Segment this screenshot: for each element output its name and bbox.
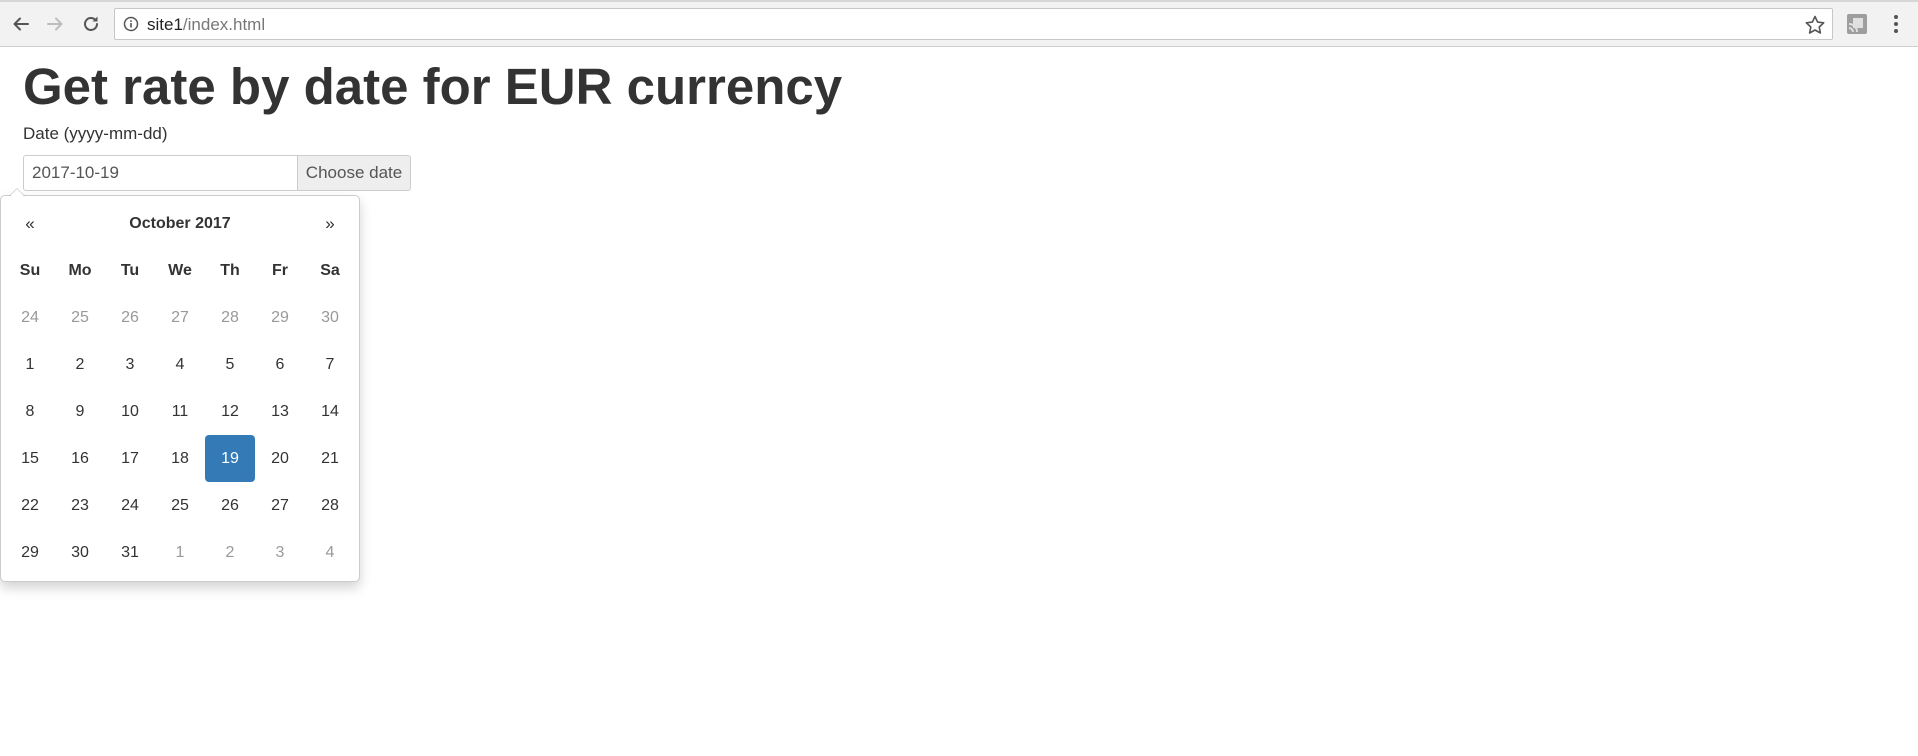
week-row: 1234567	[5, 341, 355, 388]
day-cell[interactable]: 27	[255, 482, 305, 529]
datepicker-grid: « October 2017 » Su Mo Tu We Th Fr Sa 24 25 26 27…	[5, 200, 355, 576]
reload-icon	[84, 16, 98, 31]
week-row: 29 30 31 1 2 3 4	[5, 529, 355, 576]
back-button[interactable]	[6, 9, 36, 39]
day-cell[interactable]: 21	[305, 435, 355, 482]
page-title: Get rate by date for EUR currency	[23, 58, 843, 115]
day-cell[interactable]: 24	[5, 294, 55, 341]
day-cell[interactable]: 22	[5, 482, 55, 529]
day-cell[interactable]: 8	[5, 388, 55, 435]
weekday-header-row: Su Mo Tu We Th Fr Sa	[5, 247, 355, 294]
week-row: 15 16 17 18 19 20 21	[5, 435, 355, 482]
day-cell[interactable]: 30	[55, 529, 105, 576]
arrow-right-icon	[47, 17, 63, 31]
day-cell[interactable]: 26	[105, 294, 155, 341]
selected-day-cell[interactable]: 19	[205, 435, 255, 482]
day-cell[interactable]: 24	[105, 482, 155, 529]
date-label: Date (yyyy-mm-dd)	[23, 124, 168, 143]
weekday-header: Th	[220, 261, 240, 279]
day-cell[interactable]: 27	[155, 294, 205, 341]
week-row: 24 25 26 27 28 29 30	[5, 294, 355, 341]
forward-button[interactable]	[40, 9, 70, 39]
weekday-header: Sa	[320, 261, 340, 279]
weekday-header: We	[168, 261, 192, 279]
day-cell[interactable]: 9	[55, 388, 105, 435]
day-cell[interactable]: 28	[305, 482, 355, 529]
url-text[interactable]: site1/index.html	[147, 15, 265, 35]
day-cell[interactable]: 30	[305, 294, 355, 341]
weekday-header: Su	[19, 261, 41, 279]
day-cell[interactable]: 31	[105, 529, 155, 576]
day-cell[interactable]: 18	[155, 435, 205, 482]
day-cell[interactable]: 13	[255, 388, 305, 435]
prev-month-button[interactable]: «	[5, 200, 55, 247]
arrow-left-icon	[13, 17, 29, 31]
tab-strip	[0, 0, 1918, 2]
month-year-switch[interactable]: October 2017	[55, 200, 305, 247]
day-cell[interactable]: 28	[205, 294, 255, 341]
weekday-header: Tu	[120, 261, 140, 279]
url-host: site1	[147, 15, 183, 34]
day-cell[interactable]: 6	[255, 341, 305, 388]
day-cell[interactable]: 3	[255, 529, 305, 576]
day-cell[interactable]: 17	[105, 435, 155, 482]
day-cell[interactable]: 1	[155, 529, 205, 576]
cast-extension-icon[interactable]	[1846, 13, 1868, 35]
datepicker-days: 24 25 26 27 28 29 30 1 2 3 4 5 6 7 8 9 10 11 12 13 14 15 16 17 1…	[5, 294, 355, 576]
day-cell[interactable]: 23	[55, 482, 105, 529]
address-bar[interactable]: site1/index.html	[114, 8, 1833, 40]
day-cell[interactable]: 4	[305, 529, 355, 576]
day-cell[interactable]: 29	[5, 529, 55, 576]
day-cell[interactable]: 12	[205, 388, 255, 435]
choose-date-button[interactable]: Choose date	[297, 155, 411, 191]
weekday-header: Mo	[68, 261, 92, 279]
week-row: 8 9 10 11 12 13 14	[5, 388, 355, 435]
date-input[interactable]	[23, 155, 298, 191]
info-icon[interactable]	[123, 16, 139, 32]
datepicker-caret-fill	[10, 189, 24, 196]
weekday-header: Fr	[272, 261, 288, 279]
reload-button[interactable]	[76, 9, 106, 39]
next-month-button[interactable]: »	[305, 200, 355, 247]
day-cell[interactable]: 29	[255, 294, 305, 341]
day-cell[interactable]: 16	[55, 435, 105, 482]
day-cell[interactable]: 25	[55, 294, 105, 341]
day-cell[interactable]: 11	[155, 388, 205, 435]
browser-toolbar: site1/index.html	[0, 0, 1918, 47]
day-cell[interactable]: 3	[105, 341, 155, 388]
datepicker-dropdown: « October 2017 » Su Mo Tu We Th Fr Sa 24 25 26 27…	[0, 188, 360, 582]
star-icon[interactable]	[1804, 14, 1826, 36]
day-cell[interactable]: 26	[205, 482, 255, 529]
day-cell[interactable]: 10	[105, 388, 155, 435]
day-cell[interactable]: 7	[305, 341, 355, 388]
week-row: 22 23 24 25 26 27 28	[5, 482, 355, 529]
day-cell[interactable]: 2	[205, 529, 255, 576]
datepicker-header: « October 2017 »	[5, 200, 355, 247]
day-cell[interactable]: 20	[255, 435, 305, 482]
day-cell[interactable]: 14	[305, 388, 355, 435]
day-cell[interactable]: 1	[5, 341, 55, 388]
day-cell[interactable]: 25	[155, 482, 205, 529]
url-path: /index.html	[182, 15, 266, 34]
day-cell[interactable]: 4	[155, 341, 205, 388]
day-cell[interactable]: 2	[55, 341, 105, 388]
day-cell[interactable]: 5	[205, 341, 255, 388]
more-vert-icon[interactable]	[1890, 12, 1902, 36]
day-cell[interactable]: 15	[5, 435, 55, 482]
